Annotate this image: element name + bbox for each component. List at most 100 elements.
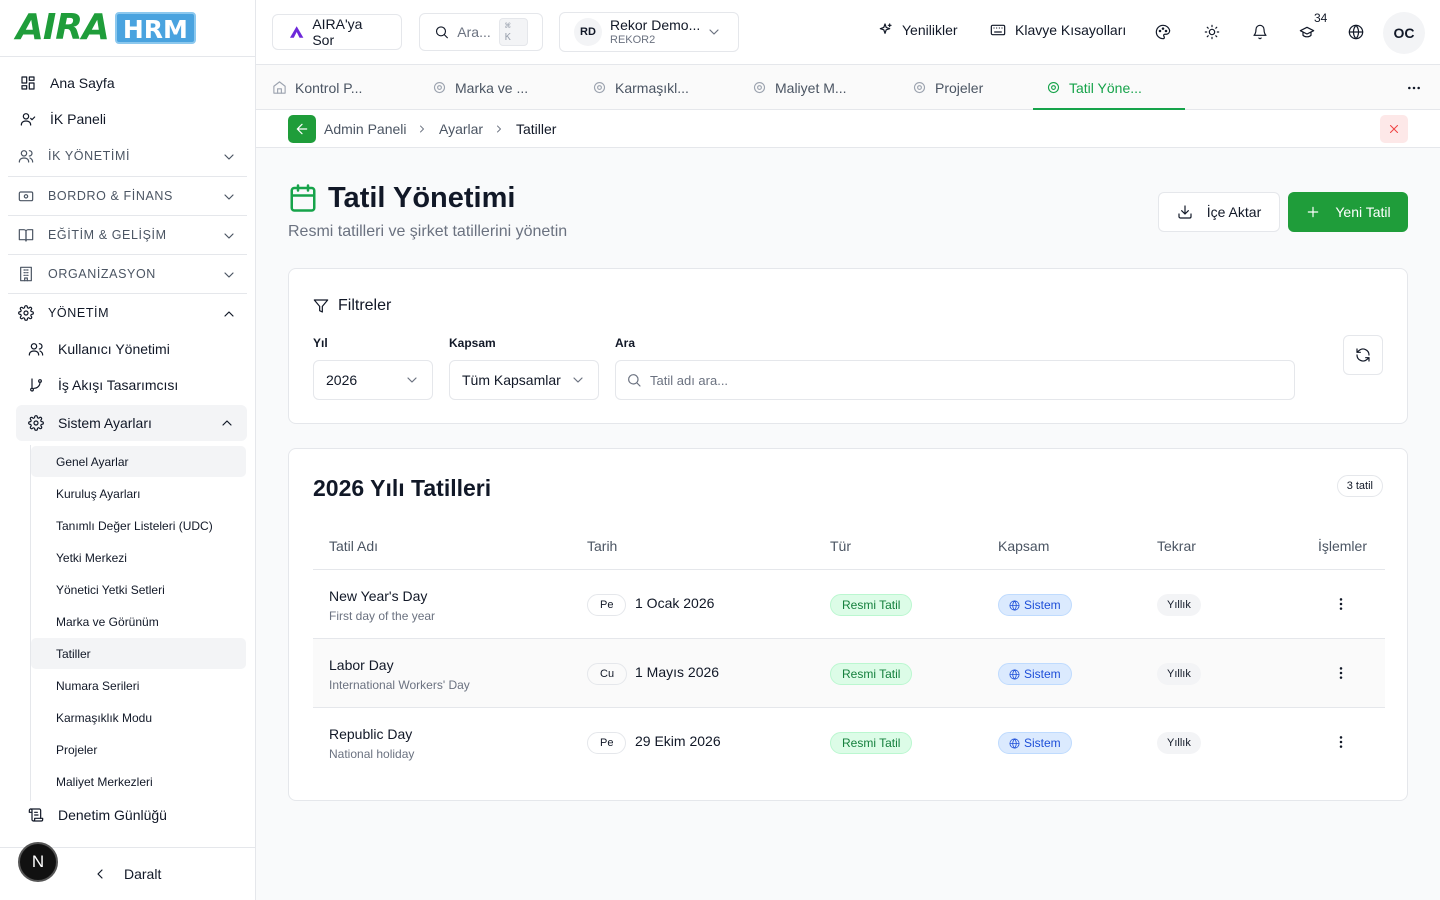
holiday-search-input[interactable]: Tatil adı ara...: [615, 360, 1295, 400]
settings-item-branding[interactable]: Marka ve Görünüm: [31, 606, 246, 637]
scope-select[interactable]: Tüm Kapsamlar: [449, 360, 599, 400]
filters-title: Filtreler: [338, 297, 392, 314]
type-badge: Resmi Tatil: [830, 594, 913, 616]
new-holiday-label: Yeni Tatil: [1335, 204, 1391, 220]
breadcrumb-settings[interactable]: Ayarlar: [439, 121, 483, 137]
refresh-button[interactable]: [1343, 335, 1383, 375]
search-icon: [628, 374, 641, 387]
users-icon: [28, 343, 44, 356]
settings-item-complexity[interactable]: Karmaşıklık Modu: [31, 702, 246, 733]
table-row[interactable]: Republic Day National holiday Pe 29 Ekim…: [313, 707, 1385, 776]
search-shortcut: ⌘ K: [498, 18, 528, 46]
sidebar-item-audit-log[interactable]: Denetim Günlüğü: [16, 797, 247, 833]
holiday-name: New Year's Day: [329, 588, 428, 604]
more-vertical-icon[interactable]: [1333, 596, 1349, 612]
holiday-count-badge: 3 tatil: [1336, 475, 1383, 497]
sidebar-section-organization[interactable]: ORGANİZASYON: [8, 254, 247, 292]
palette-icon[interactable]: [1155, 24, 1171, 40]
breadcrumb-admin[interactable]: Admin Paneli: [324, 121, 407, 137]
holiday-description: National holiday: [329, 747, 415, 761]
table-row[interactable]: New Year's Day First day of the year Pe …: [313, 569, 1385, 638]
search-placeholder: Ara...: [457, 24, 491, 40]
book-open-icon: [18, 228, 34, 242]
tab-cost-centers[interactable]: Maliyet M...: [752, 65, 847, 110]
chevron-up-icon: [224, 311, 234, 317]
graduation-cap-icon[interactable]: [1299, 24, 1315, 40]
tab-projects[interactable]: Projeler: [912, 65, 983, 110]
import-button[interactable]: İçe Aktar: [1158, 192, 1280, 232]
company-code: REKOR2: [610, 33, 656, 46]
whats-new-label: Yenilikler: [902, 22, 958, 38]
company-switcher[interactable]: RD Rekor Demo... REKOR2: [559, 12, 739, 52]
sidebar-section-hr[interactable]: İK YÖNETİMİ: [8, 137, 247, 175]
global-search[interactable]: Ara... ⌘ K: [419, 13, 543, 51]
sidebar-section-payroll[interactable]: BORDRO & FİNANS: [8, 176, 247, 214]
chevron-right-icon: [497, 125, 501, 133]
wallet-icon: [18, 190, 34, 201]
settings-item-holidays[interactable]: Tatiller: [31, 638, 246, 669]
globe-icon: [1009, 600, 1020, 610]
gear-icon: [1047, 81, 1060, 94]
gear-icon: [28, 415, 44, 431]
filters-card: Filtreler Yıl 2026 Kapsam Tüm Kapsamlar …: [288, 268, 1408, 424]
tab-complexity[interactable]: Karmaşıkl...: [592, 65, 689, 110]
user-avatar[interactable]: OC: [1383, 12, 1425, 54]
settings-item-cost-centers[interactable]: Maliyet Merkezleri: [31, 766, 246, 797]
sidebar-item-system-settings[interactable]: Sistem Ayarları: [16, 405, 247, 441]
scroll-icon: [28, 808, 44, 822]
settings-item-general[interactable]: Genel Ayarlar: [31, 446, 246, 477]
tab-label: Kontrol P...: [295, 79, 363, 96]
plus-icon: [1308, 206, 1319, 218]
settings-item-admin-permission-sets[interactable]: Yönetici Yetki Setleri: [31, 574, 246, 605]
breadcrumb-current: Tatiller: [516, 121, 557, 137]
sidebar-section-training[interactable]: EĞİTİM & GELİŞİM: [8, 215, 247, 253]
tab-label: Marka ve ...: [455, 79, 529, 96]
tab-dashboard[interactable]: Kontrol P...: [272, 65, 362, 110]
sidebar-item-label: Kullanıcı Yönetimi: [58, 341, 170, 357]
more-vertical-icon[interactable]: [1333, 734, 1349, 750]
users-icon: [18, 150, 34, 163]
sidebar-section-label: BORDRO & FİNANS: [48, 188, 173, 203]
sidebar-item-hr-panel[interactable]: İK Paneli: [8, 101, 247, 137]
sun-icon[interactable]: [1204, 24, 1220, 40]
ask-aira-button[interactable]: AIRA'ya Sor: [272, 14, 402, 50]
chevron-down-icon: [224, 154, 234, 160]
settings-item-permissions[interactable]: Yetki Merkezi: [31, 542, 246, 573]
settings-item-number-series[interactable]: Numara Serileri: [31, 670, 246, 701]
close-tab-button[interactable]: [1380, 115, 1408, 143]
settings-item-udc[interactable]: Tanımlı Değer Listeleri (UDC): [31, 510, 246, 541]
home-icon: [273, 81, 286, 94]
more-horizontal-icon[interactable]: [1406, 80, 1422, 96]
settings-item-organization[interactable]: Kuruluş Ayarları: [31, 478, 246, 509]
table-row[interactable]: Labor Day International Workers' Day Cu …: [313, 638, 1385, 707]
logo[interactable]: AIRA HRM: [0, 0, 255, 57]
holiday-date: 1 Ocak 2026: [635, 595, 715, 611]
back-button[interactable]: [288, 115, 316, 143]
dev-badge[interactable]: N: [18, 842, 58, 882]
sidebar-item-home[interactable]: Ana Sayfa: [8, 65, 247, 101]
settings-item-projects[interactable]: Projeler: [31, 734, 246, 765]
keyboard-shortcuts-label: Klavye Kısayolları: [1015, 22, 1127, 38]
tab-label: Tatil Yöne...: [1069, 79, 1142, 96]
gear-icon: [753, 81, 766, 94]
ask-aira-label: AIRA'ya Sor: [312, 16, 363, 48]
globe-icon[interactable]: [1348, 24, 1364, 40]
sparkles-icon: [879, 23, 892, 34]
whats-new-link[interactable]: Yenilikler: [877, 22, 958, 38]
tab-holidays[interactable]: Tatil Yöne...: [1033, 65, 1185, 110]
tab-branding[interactable]: Marka ve ...: [432, 65, 528, 110]
sidebar-item-users[interactable]: Kullanıcı Yönetimi: [16, 331, 247, 367]
sidebar-item-workflow[interactable]: İş Akışı Tasarımcısı: [16, 367, 247, 403]
chevron-down-icon: [709, 29, 719, 35]
import-label: İçe Aktar: [1206, 204, 1262, 220]
new-holiday-button[interactable]: Yeni Tatil: [1288, 192, 1408, 232]
collapse-sidebar-button[interactable]: Daralt: [124, 866, 161, 882]
chevron-down-icon: [224, 272, 234, 278]
tab-label: Maliyet M...: [775, 79, 847, 96]
more-vertical-icon[interactable]: [1333, 665, 1349, 681]
bell-icon[interactable]: [1252, 24, 1268, 40]
holiday-date: 29 Ekim 2026: [635, 733, 721, 749]
sidebar-section-management[interactable]: YÖNETİM: [8, 293, 247, 331]
keyboard-shortcuts-link[interactable]: Klavye Kısayolları: [990, 22, 1126, 38]
year-select[interactable]: 2026: [313, 360, 433, 400]
